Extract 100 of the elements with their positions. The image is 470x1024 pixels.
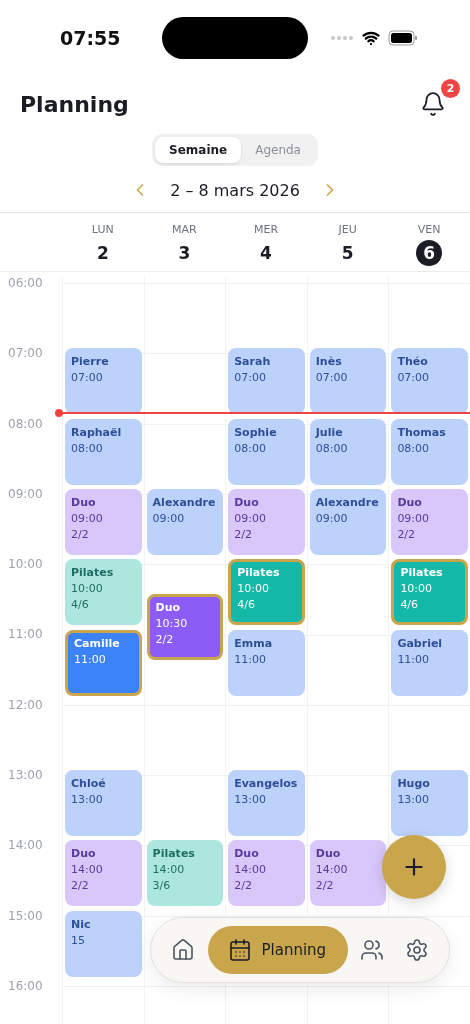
event-title: Hugo xyxy=(397,777,431,791)
event-title: Duo xyxy=(234,495,260,509)
event-time: 08:00 xyxy=(71,441,104,455)
hour-label: 13:00 xyxy=(8,768,43,783)
event-time: 07:00 xyxy=(315,371,349,385)
event-card[interactable]: Duo 09:00 2/2 xyxy=(391,488,468,555)
event-time: 14:00 xyxy=(71,863,104,877)
event-card[interactable]: Pierre 07:00 xyxy=(65,348,142,415)
event-card[interactable]: Gabriel 11:00 xyxy=(391,629,468,696)
hour-label: 14:00 xyxy=(8,838,43,853)
event-capacity: 2/2 xyxy=(155,633,175,647)
weekday-label: JEU xyxy=(338,223,357,236)
event-card[interactable]: Alexandre 09:00 xyxy=(309,488,387,555)
day-number[interactable]: 6 xyxy=(416,240,443,266)
event-title: Gabriel xyxy=(397,636,444,650)
event-time: 15 xyxy=(71,933,86,947)
event-time: 11:00 xyxy=(234,652,267,666)
event-title: Sophie xyxy=(234,425,278,439)
event-time: 11:00 xyxy=(74,652,107,666)
event-title: Pilates xyxy=(71,566,115,580)
hour-label: 07:00 xyxy=(8,346,43,361)
event-time: 10:00 xyxy=(71,582,104,596)
event-title: Duo xyxy=(155,601,182,615)
event-title: Pilates xyxy=(400,566,444,580)
day-number[interactable]: 5 xyxy=(334,240,361,266)
event-card[interactable]: Raphaël 08:00 xyxy=(65,418,142,485)
event-capacity: 4/6 xyxy=(400,598,420,612)
day-number[interactable]: 2 xyxy=(89,240,116,266)
event-capacity: 3/6 xyxy=(152,879,172,893)
battery-icon xyxy=(388,30,418,46)
event-time: 09:00 xyxy=(315,511,349,525)
day-number[interactable]: 3 xyxy=(171,240,198,266)
event-time: 14:00 xyxy=(315,863,349,877)
calendar-icon xyxy=(227,938,252,962)
event-card[interactable]: Alexandre 09:00 xyxy=(146,488,224,555)
event-title: Pilates xyxy=(152,847,196,861)
event-card[interactable]: Hugo 13:00 xyxy=(391,770,468,837)
weekday-label: MAR xyxy=(172,223,197,236)
event-time: 13:00 xyxy=(397,793,431,807)
event-time: 10:30 xyxy=(155,617,189,631)
status-time: 07:55 xyxy=(60,27,122,49)
event-card[interactable]: Sarah 07:00 xyxy=(228,348,305,415)
hour-label: 08:00 xyxy=(8,416,43,431)
weekday-label: LUN xyxy=(91,223,114,236)
view-tab[interactable]: Agenda xyxy=(241,137,315,163)
event-card[interactable]: Emma 11:00 xyxy=(228,629,305,696)
event-title: Duo xyxy=(71,847,97,861)
event-card[interactable]: Sophie 08:00 xyxy=(228,418,305,485)
users-icon xyxy=(360,938,385,962)
event-title: Raphaël xyxy=(71,425,123,439)
notification-icon[interactable] xyxy=(420,91,446,117)
hour-label: 09:00 xyxy=(8,486,43,501)
event-capacity: 2/2 xyxy=(234,879,253,893)
event-card[interactable]: Julie 08:00 xyxy=(309,418,387,485)
event-title: Camille xyxy=(74,636,121,650)
event-card[interactable]: Duo 09:00 2/2 xyxy=(228,488,305,555)
event-title: Duo xyxy=(71,495,97,509)
event-card[interactable]: Duo 10:30 2/2 xyxy=(146,594,224,661)
event-card[interactable]: Duo 14:00 2/2 xyxy=(65,840,142,907)
event-time: 09:00 xyxy=(234,511,267,525)
nav-item[interactable]: Planning xyxy=(207,926,349,974)
event-title: Duo xyxy=(397,495,423,509)
event-capacity: 2/2 xyxy=(397,527,417,541)
event-card[interactable]: Pilates 10:00 4/6 xyxy=(65,559,142,626)
event-card[interactable]: Duo 14:00 2/2 xyxy=(309,840,387,907)
event-card[interactable]: Evangelos 13:00 xyxy=(228,770,305,837)
add-button[interactable] xyxy=(382,835,446,899)
event-time: 07:00 xyxy=(397,371,431,385)
event-capacity: 4/6 xyxy=(71,598,90,612)
weekday-label: VEN xyxy=(417,223,441,236)
event-time: 10:00 xyxy=(400,582,434,596)
settings-icon xyxy=(404,938,429,962)
event-card[interactable]: Thomas 08:00 xyxy=(391,418,468,485)
event-card[interactable]: Pilates 14:00 3/6 xyxy=(146,840,224,907)
event-title: Duo xyxy=(315,847,342,861)
event-title: Julie xyxy=(315,425,344,439)
event-card[interactable]: Nic 15 xyxy=(65,910,142,977)
event-card[interactable]: Théo 07:00 xyxy=(391,348,468,415)
event-title: Alexandre xyxy=(315,495,380,509)
event-card[interactable]: Camille 11:00 xyxy=(65,629,142,696)
hour-label: 10:00 xyxy=(8,557,43,572)
event-time: 08:00 xyxy=(315,441,349,455)
event-title: Pilates xyxy=(237,566,281,580)
event-time: 11:00 xyxy=(397,652,431,666)
event-time: 07:00 xyxy=(234,371,267,385)
view-tab[interactable]: Semaine xyxy=(155,137,242,163)
event-card[interactable]: Chloé 13:00 xyxy=(65,770,142,837)
event-capacity: 4/6 xyxy=(237,598,256,612)
hour-label: 12:00 xyxy=(8,697,43,712)
event-card[interactable]: Inès 07:00 xyxy=(309,348,387,415)
event-card[interactable]: Duo 09:00 2/2 xyxy=(65,488,142,555)
event-capacity: 2/2 xyxy=(71,879,90,893)
event-title: Alexandre xyxy=(152,495,217,509)
hour-label: 15:00 xyxy=(8,908,43,923)
event-time: 07:00 xyxy=(71,371,104,385)
day-number[interactable]: 4 xyxy=(253,240,279,266)
event-capacity: 2/2 xyxy=(234,527,253,541)
event-card[interactable]: Duo 14:00 2/2 xyxy=(228,840,305,907)
event-title: Inès xyxy=(315,355,343,369)
week-range: 2 – 8 mars 2026 xyxy=(170,180,300,200)
